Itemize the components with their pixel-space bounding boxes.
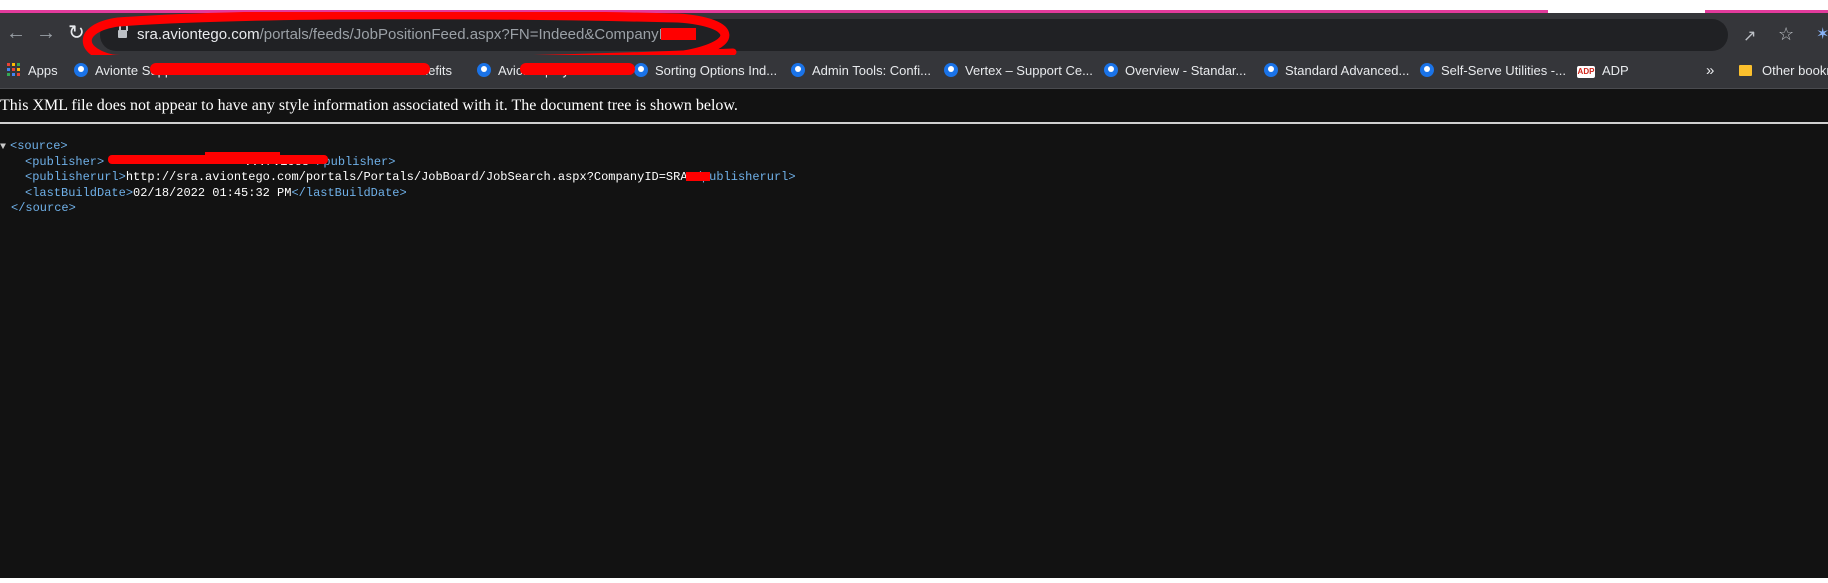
banner-divider	[0, 122, 1828, 124]
avionte-logo-icon	[1264, 63, 1278, 77]
avionte-logo-icon	[1420, 63, 1434, 77]
forward-arrow-icon[interactable]: →	[36, 22, 56, 44]
xml-document-tree: ▼<source> <publisher>...rvices</publishe…	[0, 139, 796, 217]
bookmark-other-bookmarks[interactable]: Other bookma	[1739, 61, 1828, 81]
avionte-logo-icon	[634, 63, 648, 77]
xml-lastbuilddate-value: 02/18/2022 01:45:32 PM	[133, 185, 292, 200]
xml-publisherurl-open-tag: <publisherurl>	[25, 170, 126, 184]
folder-icon	[1739, 65, 1752, 76]
avionte-logo-icon	[74, 63, 88, 77]
xml-source-close-line: </source>	[0, 201, 796, 217]
redaction-publisher-name-2	[205, 152, 280, 164]
avionte-logo-icon	[944, 63, 958, 77]
xml-style-info-banner: This XML file does not appear to have an…	[0, 97, 738, 114]
xml-source-open-tag: <source>	[10, 139, 68, 153]
back-arrow-icon[interactable]: ←	[6, 22, 26, 44]
bookmark-standard-advanced[interactable]: Standard Advanced...	[1264, 61, 1409, 81]
bookmark-adp[interactable]: ADP ADP	[1577, 61, 1629, 81]
xml-lastbuilddate-open-tag: <lastBuildDate>	[25, 185, 134, 200]
bookmarks-more-chevron[interactable]: »	[1706, 61, 1714, 81]
redaction-company-id-2	[686, 172, 710, 181]
xml-source-open-line: ▼ <source>	[0, 139, 796, 155]
apps-grid-icon	[7, 63, 21, 77]
xml-publisherurl-line: <publisherurl>http://sra.aviontego.com/p…	[0, 170, 796, 186]
bottom-strip	[0, 578, 1828, 583]
bookmark-overview-standard[interactable]: Overview - Standar...	[1104, 61, 1246, 81]
extension-icon[interactable]: ✶	[1816, 24, 1828, 44]
xml-lastbuilddate-line: <lastBuildDate>02/18/2022 01:45:32 PM</l…	[0, 186, 796, 202]
bookmark-vertex-support[interactable]: Vertex – Support Ce...	[944, 61, 1093, 81]
avionte-logo-icon	[791, 63, 805, 77]
bookmark-sorting-options[interactable]: Sorting Options Ind...	[634, 61, 777, 81]
bookmark-apps[interactable]: Apps	[28, 61, 58, 81]
xml-lastbuilddate-close-tag: </lastBuildDate>	[291, 185, 407, 200]
xml-publisher-open-tag: <publisher>	[25, 154, 105, 169]
share-icon[interactable]: ↗	[1743, 26, 1756, 46]
collapse-toggle-icon[interactable]: ▼	[0, 140, 10, 156]
redaction-bookmarks-2	[520, 63, 635, 75]
avionte-logo-icon	[477, 63, 491, 77]
xml-publisherurl-value: http://sra.aviontego.com/portals/Portals…	[125, 170, 688, 184]
avionte-logo-icon	[1104, 63, 1118, 77]
star-icon[interactable]: ☆	[1778, 24, 1794, 45]
redaction-bookmarks-1	[150, 63, 430, 75]
xml-source-close-tag: </source>	[11, 201, 76, 215]
bookmark-admin-tools[interactable]: Admin Tools: Confi...	[791, 61, 931, 81]
adp-logo-icon: ADP	[1577, 66, 1595, 78]
bookmark-self-serve-utilities[interactable]: Self-Serve Utilities -...	[1420, 61, 1566, 81]
